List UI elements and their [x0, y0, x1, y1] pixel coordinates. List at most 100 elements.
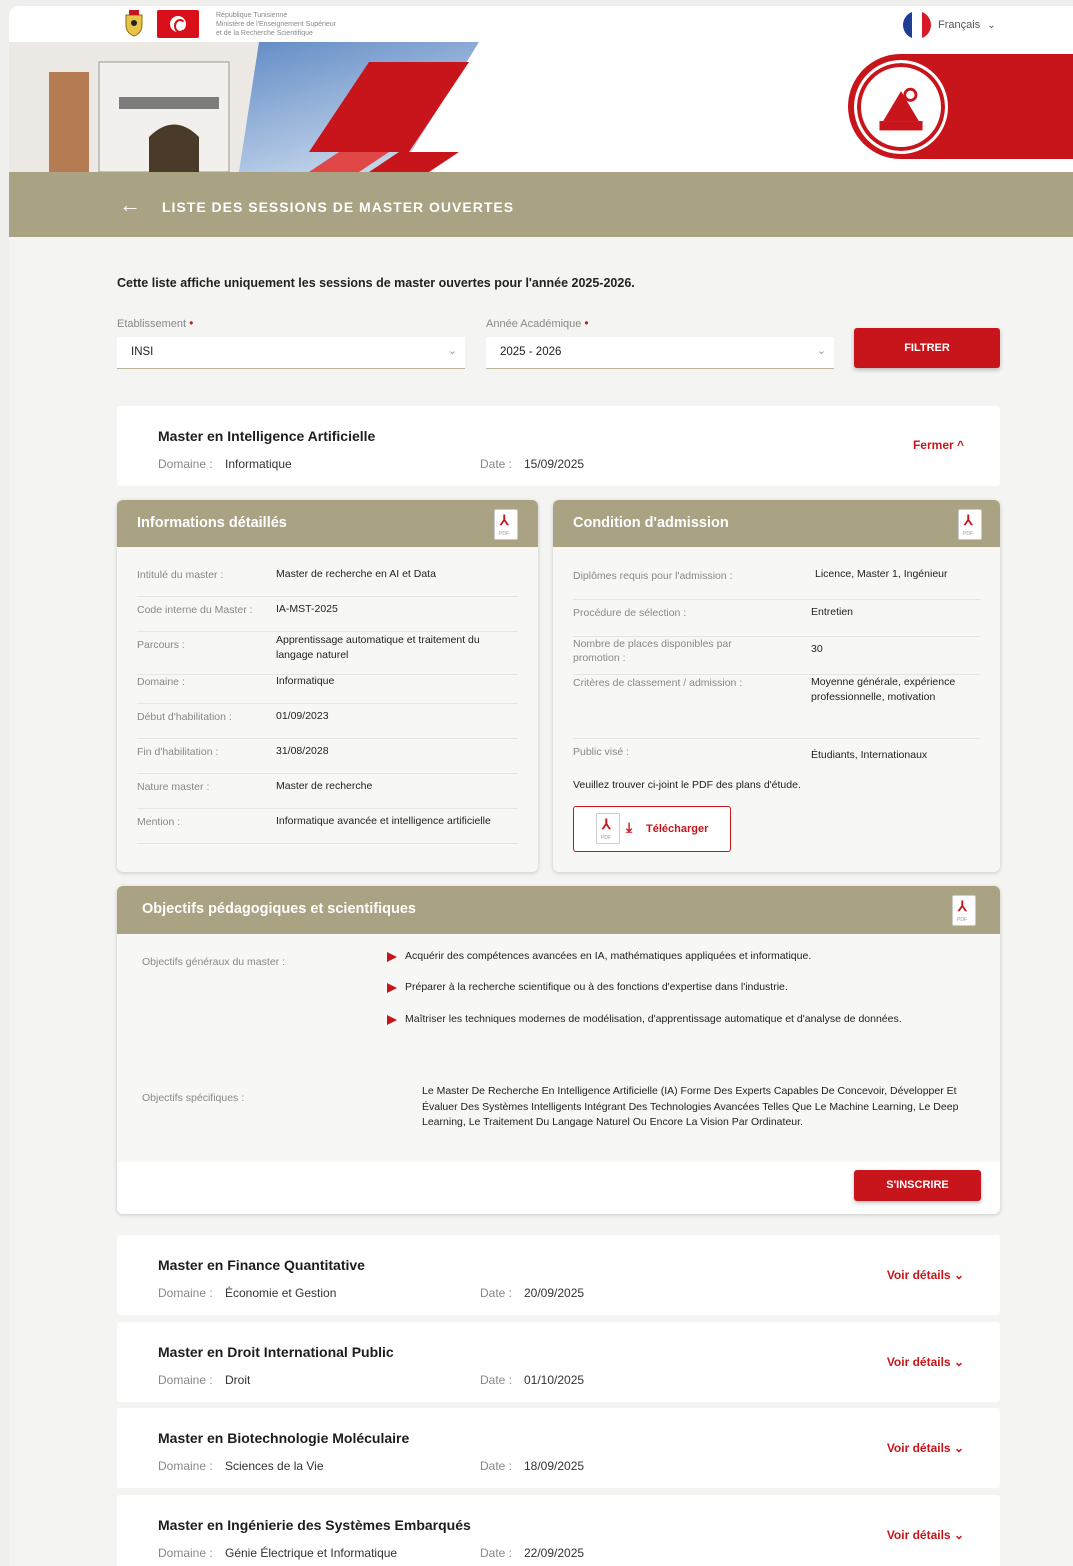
university-logo-band	[848, 54, 1073, 159]
info-row: Mention : Informatique avancée et intelli…	[137, 815, 518, 844]
master-card[interactable]: Master en Biotechnologie Moléculaire Dom…	[117, 1408, 1000, 1488]
specific-objectives-label: Objectifs spécifiques :	[142, 1092, 245, 1104]
domaine-key: Domaine :	[158, 1546, 213, 1560]
domaine-value: Génie Électrique et Informatique	[225, 1546, 398, 1560]
view-details-button[interactable]: Voir détails ⌄	[887, 1441, 964, 1455]
date-value: 22/09/2025	[524, 1546, 585, 1560]
language-label: Français	[938, 19, 981, 31]
download-button[interactable]: ⤓ Télécharger	[573, 806, 731, 852]
info-key: Code interne du Master :	[137, 604, 253, 616]
admission-panel-header: Condition d'admission	[553, 500, 1000, 547]
ministry-line: Ministère de l'Enseignement Supérieur	[216, 21, 337, 28]
etablissement-select[interactable]: INSI ⌄	[117, 337, 465, 369]
tunisia-flag-icon	[157, 10, 199, 38]
info-key: Mention :	[137, 816, 181, 828]
top-bar: République Tunisienne Ministère de l'Ens…	[9, 6, 1073, 42]
objective-item: Acquérir des compétences avancées en IA,…	[387, 948, 945, 964]
domaine-key: Domaine :	[158, 1459, 213, 1473]
pdf-icon	[596, 813, 620, 844]
etablissement-label-text: Etablissement	[117, 318, 187, 330]
objectives-panel-title: Objectifs pédagogiques et scientifiques	[142, 901, 416, 917]
info-value: Master de recherche en AI et Data	[276, 568, 436, 580]
date-value: 01/10/2025	[524, 1373, 585, 1387]
view-details-button[interactable]: Voir détails ⌄	[887, 1528, 964, 1542]
filter-button[interactable]: FILTRER	[854, 328, 1000, 368]
master-title: Master en Biotechnologie Moléculaire	[158, 1430, 410, 1446]
admission-value: Entretien	[811, 606, 854, 618]
admission-key: Critères de classement / admission :	[573, 677, 743, 689]
info-row: Début d'habilitation : 01/09/2023	[137, 710, 518, 739]
close-details-button[interactable]: Fermer ^	[913, 438, 964, 452]
date-key: Date :	[480, 1286, 513, 1300]
info-value: IA-MST-2025	[276, 603, 338, 615]
admission-key: Procédure de sélection :	[573, 607, 687, 619]
admission-value: Étudiants, Internationaux	[811, 749, 928, 761]
master-title: Master en Intelligence Artificielle	[158, 428, 376, 444]
university-building-image	[9, 42, 479, 172]
ministry-name: République Tunisienne Ministère de l'Ens…	[216, 11, 376, 38]
info-row: Parcours : Apprentissage automatique et t…	[137, 634, 518, 675]
info-value: 31/08/2028	[276, 745, 329, 757]
objectives-footer: S'INSCRIRE	[117, 1162, 1000, 1214]
page: République Tunisienne Ministère de l'Ens…	[9, 6, 1073, 1566]
annee-select[interactable]: 2025 - 2026 ⌄	[486, 337, 834, 369]
language-selector[interactable]: Français ⌄	[903, 11, 996, 39]
master-card-expanded: Master en Intelligence Artificielle Doma…	[117, 406, 1000, 486]
admission-value: 30	[811, 643, 823, 655]
date-value: 15/09/2025	[524, 457, 585, 471]
info-panel-header: Informations détaillés	[117, 500, 538, 547]
specific-objectives-text: Le Master De Recherche En Intelligence A…	[422, 1085, 959, 1128]
info-key: Début d'habilitation :	[137, 711, 232, 723]
master-title: Master en Ingénierie des Systèmes Embarq…	[158, 1517, 471, 1533]
info-panel: Informations détaillés Intitulé du maste…	[117, 500, 538, 872]
ministry-line: et de la Recherche Scientifique	[216, 30, 313, 37]
france-flag-icon	[903, 11, 931, 39]
view-details-button[interactable]: Voir détails ⌄	[887, 1355, 964, 1369]
info-row: Fin d'habilitation : 31/08/2028	[137, 745, 518, 774]
admission-value: Licence, Master 1, Ingénieur	[815, 568, 948, 580]
domaine-key: Domaine :	[158, 1373, 213, 1387]
admission-row: Procédure de sélection : Entretien	[573, 606, 980, 637]
download-icon: ⤓	[626, 819, 633, 835]
master-card[interactable]: Master en Finance Quantitative Domaine :…	[117, 1235, 1000, 1315]
back-arrow-icon[interactable]: ←	[119, 194, 141, 216]
required-marker: •	[584, 316, 589, 330]
info-value: Master de recherche	[276, 780, 373, 792]
date-value: 20/09/2025	[524, 1286, 585, 1300]
objectives-panel-header: Objectifs pédagogiques et scientifiques	[117, 886, 1000, 934]
pdf-note: Veuillez trouver ci-joint le PDF des pla…	[573, 779, 801, 791]
pdf-icon[interactable]	[952, 895, 976, 926]
info-panel-title: Informations détaillés	[137, 515, 287, 531]
pdf-icon[interactable]	[958, 509, 982, 540]
view-details-button[interactable]: Voir détails ⌄	[887, 1268, 964, 1282]
info-value: Apprentissage automatique et traitement …	[276, 634, 480, 661]
chevron-down-icon: ⌄	[447, 345, 457, 357]
register-button[interactable]: S'INSCRIRE	[854, 1170, 981, 1201]
date-key: Date :	[480, 1373, 513, 1387]
info-key: Fin d'habilitation :	[137, 746, 219, 758]
annee-value: 2025 - 2026	[500, 346, 562, 358]
domaine-key: Domaine :	[158, 1286, 213, 1300]
domaine-value: Économie et Gestion	[225, 1286, 337, 1300]
domaine-value: Informatique	[225, 457, 292, 471]
admission-row: Nombre de places disponibles par promoti…	[573, 637, 980, 675]
master-card[interactable]: Master en Droit International Public Dom…	[117, 1322, 1000, 1402]
objective-item: Préparer à la recherche scientifique ou …	[387, 979, 945, 995]
chevron-down-icon: ⌄	[987, 19, 996, 31]
admission-row: Public visé : Étudiants, Internationaux	[573, 746, 980, 774]
domaine-key: Domaine :	[158, 457, 213, 471]
admission-row: Critères de classement / admission : Moye…	[573, 676, 980, 739]
intro-text: Cette liste affiche uniquement les sessi…	[117, 276, 635, 290]
info-key: Nature master :	[137, 781, 210, 793]
admission-key: Diplômes requis pour l'admission :	[573, 570, 733, 582]
admission-value: Moyenne générale, expérience professionn…	[811, 676, 956, 703]
required-marker: •	[189, 316, 194, 330]
info-row: Domaine : Informatique	[137, 675, 518, 704]
annee-label-text: Année Académique	[486, 318, 582, 330]
info-value: 01/09/2023	[276, 710, 329, 722]
etablissement-value: INSI	[131, 346, 154, 358]
pdf-icon[interactable]	[494, 509, 518, 540]
admission-key: Public visé :	[573, 746, 630, 758]
date-key: Date :	[480, 1459, 513, 1473]
master-card[interactable]: Master en Ingénierie des Systèmes Embarq…	[117, 1495, 1000, 1566]
